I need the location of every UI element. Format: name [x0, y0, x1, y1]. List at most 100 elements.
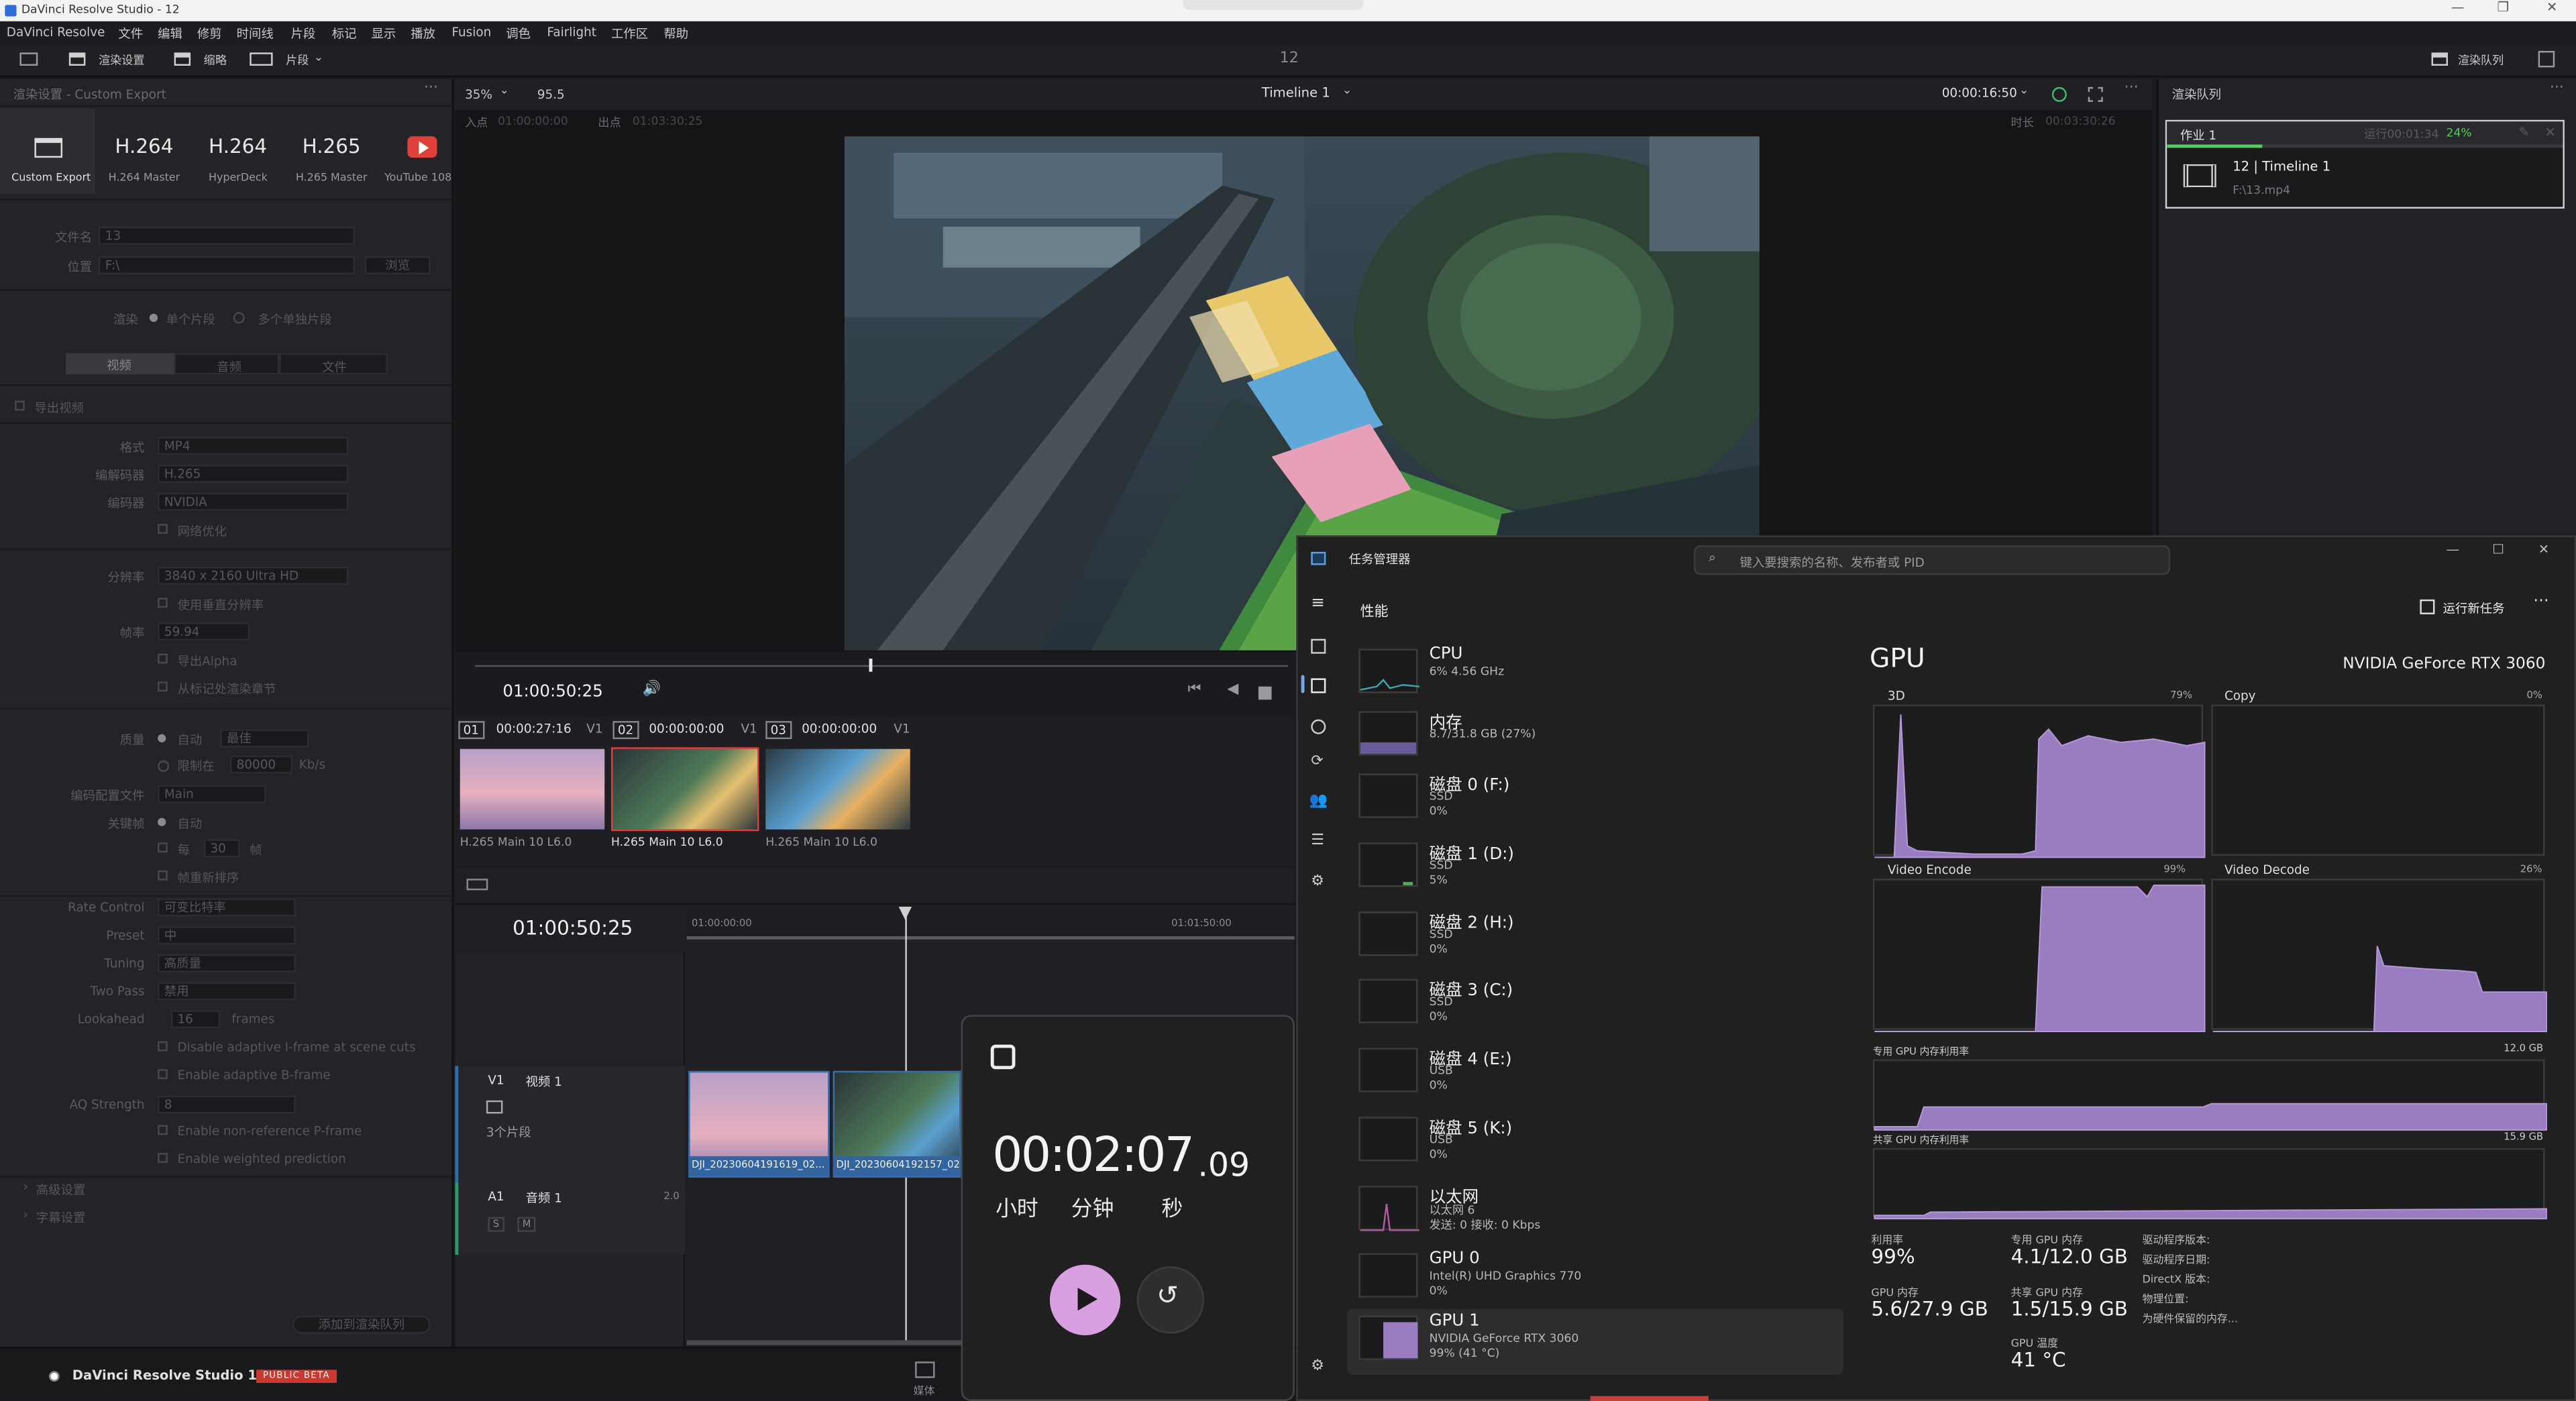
zoom-select[interactable]: 35%: [465, 87, 492, 102]
tab-file[interactable]: 文件: [279, 353, 388, 375]
opt1-checkbox[interactable]: [158, 1041, 168, 1052]
preset-hyperdeck[interactable]: H.264 HyperDeck: [193, 109, 284, 194]
chevron-down-icon[interactable]: ⌄: [499, 84, 508, 97]
preset-h265-master[interactable]: H.265 H.265 Master: [286, 109, 378, 194]
chevron-down-icon[interactable]: ⌄: [314, 51, 323, 64]
track-lock-icon[interactable]: [486, 1100, 503, 1114]
performance-icon[interactable]: [1311, 678, 1326, 693]
sync-icon[interactable]: [2051, 87, 2067, 102]
keyframe-auto-radio[interactable]: [158, 818, 166, 826]
opt2-checkbox[interactable]: [158, 1069, 168, 1079]
tuning-select[interactable]: 高质量: [158, 954, 296, 972]
playhead-marker[interactable]: [869, 659, 873, 672]
menu-item-clip[interactable]: 片段: [290, 25, 315, 43]
framerate-select[interactable]: 59.94: [158, 622, 250, 641]
menu-item-davinci[interactable]: DaVinci Resolve: [7, 25, 105, 40]
restore-button[interactable]: ❐: [2497, 0, 2509, 15]
chapters-checkbox[interactable]: [158, 681, 168, 692]
opt3-checkbox[interactable]: [158, 1125, 168, 1135]
every-checkbox[interactable]: [158, 842, 168, 853]
track-a1-name[interactable]: 音频 1: [526, 1189, 562, 1207]
perf-item-ethernet[interactable]: 以太网 以太网 6 发送: 0 接收: 0 Kbps: [1352, 1179, 1845, 1245]
maximize-button[interactable]: ☐: [2492, 542, 2504, 557]
more-options-icon[interactable]: ···: [424, 80, 438, 97]
more-options-icon[interactable]: ···: [2550, 80, 2564, 97]
perf-item-disk4[interactable]: 磁盘 4 (E:) USB 0%: [1352, 1042, 1845, 1107]
aq-input[interactable]: 8: [158, 1095, 296, 1114]
menu-item-edit[interactable]: 编辑: [158, 25, 182, 43]
perf-item-memory[interactable]: 内存 8.7/31.8 GB (27%): [1352, 705, 1845, 771]
render-queue-toggle[interactable]: 渲染队列: [2458, 52, 2504, 68]
monitor-icon[interactable]: [19, 52, 38, 66]
run-new-task-button[interactable]: 运行新任务: [2443, 600, 2505, 618]
menu-item-fusion[interactable]: Fusion: [451, 25, 491, 40]
menu-item-workspace[interactable]: 工作区: [611, 25, 648, 43]
quality-auto-radio[interactable]: [158, 734, 166, 742]
single-clip-radio[interactable]: [149, 313, 158, 323]
rate-control-select[interactable]: 可变比特率: [158, 898, 296, 917]
perf-item-disk3[interactable]: 磁盘 3 (C:) SSD 0%: [1352, 972, 1845, 1038]
hamburger-menu-icon[interactable]: ≡: [1311, 595, 1325, 613]
tab-audio[interactable]: 音频: [174, 353, 280, 375]
two-pass-select[interactable]: 禁用: [158, 982, 296, 1001]
chevron-right-icon[interactable]: ›: [23, 1179, 28, 1194]
collapse-icon[interactable]: [2538, 50, 2555, 68]
encoder-select[interactable]: NVIDIA: [158, 492, 349, 511]
services-icon[interactable]: ⚙: [1311, 874, 1324, 890]
chevron-down-icon[interactable]: ⌄: [2019, 84, 2029, 97]
menu-item-trim[interactable]: 修剪: [197, 25, 222, 43]
perf-item-gpu0[interactable]: GPU 0 Intel(R) UHD Graphics 770 0%: [1352, 1247, 1845, 1312]
fullscreen-icon[interactable]: [2088, 87, 2103, 102]
tab-video[interactable]: 视频: [65, 353, 174, 375]
perf-item-disk5[interactable]: 磁盘 5 (K:) USB 0%: [1352, 1111, 1845, 1176]
export-video-checkbox[interactable]: [15, 400, 25, 411]
close-button[interactable]: ✕: [2546, 0, 2557, 15]
startup-icon[interactable]: ⟳: [1311, 754, 1323, 770]
reorder-checkbox[interactable]: [158, 870, 168, 881]
menu-item-timeline[interactable]: 时间线: [237, 25, 274, 43]
solo-button[interactable]: S: [488, 1217, 504, 1232]
menu-item-playback[interactable]: 播放: [411, 25, 435, 43]
edit-job-icon[interactable]: ✎: [2518, 125, 2529, 139]
perf-item-cpu[interactable]: CPU 6% 4.56 GHz: [1352, 642, 1845, 708]
minimize-button[interactable]: —: [2447, 542, 2460, 557]
settings-icon[interactable]: ⚙: [1311, 1358, 1324, 1374]
perf-item-disk2[interactable]: 磁盘 2 (H:) SSD 0%: [1352, 905, 1845, 970]
more-options-icon[interactable]: ···: [2125, 80, 2139, 97]
preset-youtube[interactable]: YouTube 108: [380, 109, 453, 194]
preset-h264-master[interactable]: H.264 H.264 Master: [99, 109, 191, 194]
reset-button[interactable]: ↺: [1136, 1266, 1205, 1334]
expand-icon[interactable]: [990, 1044, 1016, 1070]
clip-thumbnail-selected[interactable]: [611, 747, 759, 832]
media-page-label[interactable]: 媒体: [914, 1382, 935, 1398]
minimize-button[interactable]: —: [2451, 0, 2465, 15]
opt4-checkbox[interactable]: [158, 1153, 168, 1163]
subtitle-settings[interactable]: 字幕设置: [36, 1209, 85, 1227]
timeline-view-icon[interactable]: [466, 879, 488, 891]
preset-custom-export[interactable]: Custom Export: [0, 108, 96, 194]
render-settings-toggle[interactable]: 渲染设置: [99, 52, 145, 68]
menu-item-view[interactable]: 显示: [371, 25, 396, 43]
scrub-bar[interactable]: [474, 665, 1289, 667]
details-icon[interactable]: ☰: [1311, 833, 1324, 849]
process-search-input[interactable]: ⌕ 键入要搜索的名称、发布者或 PID: [1693, 545, 2171, 575]
add-to-queue-button[interactable]: 添加到渲染队列: [292, 1315, 431, 1334]
advanced-settings[interactable]: 高级设置: [36, 1181, 85, 1199]
delete-job-icon[interactable]: ✕: [2545, 125, 2556, 139]
menu-item-help[interactable]: 帮助: [663, 25, 688, 43]
render-job-card[interactable]: 作业 1 运行00:01:34 24% ✎ ✕ 12 | Timeline 1 …: [2165, 119, 2565, 209]
app-history-icon[interactable]: [1311, 719, 1326, 734]
clips-toggle[interactable]: 片段: [286, 52, 309, 68]
resolution-select[interactable]: 3840 x 2160 Ultra HD: [158, 566, 349, 585]
mute-button[interactable]: M: [517, 1217, 536, 1232]
close-button[interactable]: ✕: [2538, 542, 2549, 557]
perf-item-gpu1-selected[interactable]: GPU 1 NVIDIA GeForce RTX 3060 99% (41 °C…: [1347, 1308, 1843, 1375]
filename-input[interactable]: 13: [98, 226, 355, 245]
quality-select[interactable]: 最佳: [220, 729, 309, 748]
menu-item-color[interactable]: 调色: [506, 25, 531, 43]
chevron-down-icon[interactable]: ⌄: [1342, 84, 1352, 97]
format-select[interactable]: MP4: [158, 437, 349, 455]
menu-item-fairlight[interactable]: Fairlight: [547, 25, 597, 40]
track-v1-name[interactable]: 视频 1: [526, 1072, 562, 1090]
chevron-right-icon[interactable]: ›: [23, 1207, 28, 1222]
